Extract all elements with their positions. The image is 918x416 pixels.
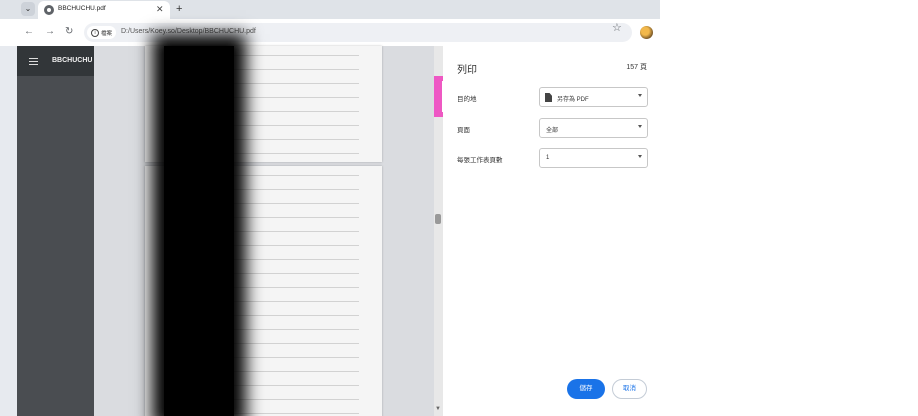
print-panel-title: 列印	[457, 65, 477, 76]
pages-row: 頁面 全部	[457, 118, 648, 138]
document-icon	[545, 93, 552, 102]
screen: ⌄ BBCHUCHU.pdf ✕ + ← → ↻ i 檔案 D:/Users/K…	[0, 0, 918, 416]
browser-window: ⌄ BBCHUCHU.pdf ✕ + ← → ↻ i 檔案 D:/Users/K…	[0, 0, 660, 416]
forward-button[interactable]: →	[45, 26, 55, 38]
pages-select[interactable]: 全部	[539, 118, 648, 138]
cancel-button[interactable]: 取消	[612, 379, 647, 399]
pages-per-sheet-row: 每張工作表頁數 1	[457, 148, 648, 168]
globe-icon	[44, 5, 54, 15]
tab-title: BBCHUCHU.pdf	[58, 5, 106, 12]
page-count: 157 頁	[626, 64, 647, 71]
print-settings-panel: 列印 157 頁 目的地 另存為 PDF 頁面 全部 每張工作表頁數 1 儲存 …	[443, 46, 660, 416]
pages-per-sheet-value: 1	[546, 155, 550, 161]
profile-avatar[interactable]	[640, 26, 653, 39]
chevron-down-icon	[638, 155, 642, 158]
address-bar[interactable]: i 檔案 D:/Users/Koey.so/Desktop/BBCHUCHU.p…	[84, 23, 632, 42]
pdf-viewer-header: BBCHUCHU	[17, 46, 94, 76]
pages-per-sheet-label: 每張工作表頁數	[457, 157, 503, 164]
new-tab-button[interactable]: +	[176, 2, 182, 16]
print-preview-area[interactable]	[94, 46, 434, 416]
destination-value: 另存為 PDF	[557, 97, 589, 103]
destination-label: 目的地	[457, 96, 477, 103]
pages-value: 全部	[546, 128, 559, 134]
destination-select[interactable]: 另存為 PDF	[539, 87, 648, 107]
site-chip-label: 檔案	[101, 30, 113, 37]
reload-button[interactable]: ↻	[65, 26, 73, 38]
destination-row: 目的地 另存為 PDF	[457, 87, 648, 107]
pages-label: 頁面	[457, 127, 470, 134]
back-button[interactable]: ←	[24, 26, 34, 38]
browser-toolbar: ← → ↻ i 檔案 D:/Users/Koey.so/Desktop/BBCH…	[0, 19, 660, 46]
tab-bbchuchu-pdf[interactable]: BBCHUCHU.pdf ✕	[38, 1, 170, 19]
pdf-viewer-sidebar	[17, 76, 94, 416]
menu-icon[interactable]	[29, 58, 38, 65]
url-text[interactable]: D:/Users/Koey.so/Desktop/BBCHUCHU.pdf	[121, 28, 256, 35]
pages-per-sheet-select[interactable]: 1	[539, 148, 648, 168]
redacted-content	[164, 46, 234, 416]
chevron-down-icon	[638, 94, 642, 97]
scroll-down-icon[interactable]: ▼	[435, 406, 441, 412]
viewer-title: BBCHUCHU	[52, 57, 93, 64]
tab-strip: ⌄ BBCHUCHU.pdf ✕ +	[0, 0, 660, 19]
save-button[interactable]: 儲存	[567, 379, 605, 399]
scroll-thumb[interactable]	[435, 214, 441, 224]
close-icon[interactable]: ✕	[156, 4, 164, 15]
bookmark-star-icon[interactable]: ☆	[612, 23, 622, 34]
chevron-down-icon	[638, 125, 642, 128]
tab-search-button[interactable]: ⌄	[21, 2, 35, 16]
site-info-chip[interactable]: i 檔案	[87, 26, 117, 39]
info-icon: i	[91, 28, 99, 37]
